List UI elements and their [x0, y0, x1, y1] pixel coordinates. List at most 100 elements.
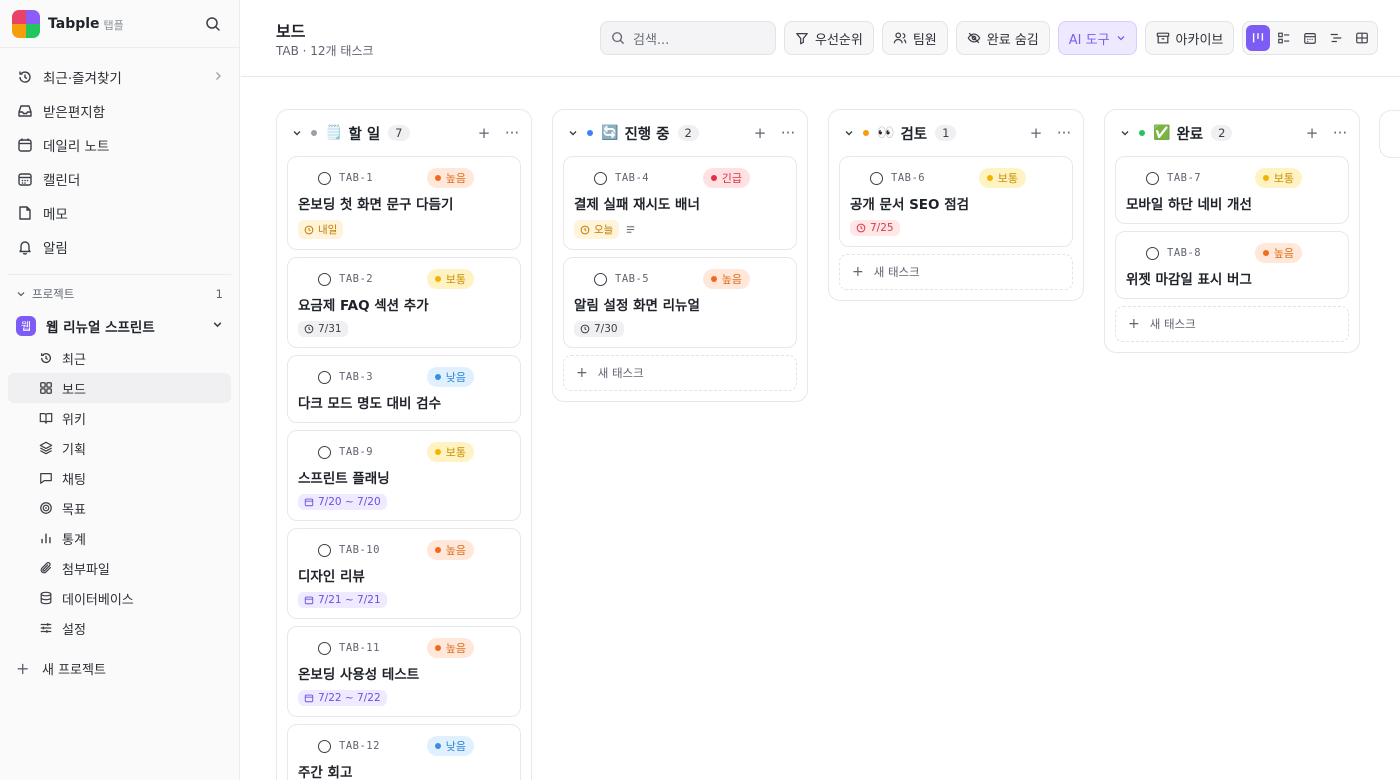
- due-date-chip[interactable]: 7/21 ~ 7/21: [298, 592, 387, 608]
- status-circle-icon[interactable]: [318, 543, 331, 557]
- nav-item-daily-note[interactable]: 데일리 노트: [8, 128, 231, 162]
- task-card[interactable]: TAB-12 낮음 주간 회고: [287, 724, 521, 780]
- nav-item-memo[interactable]: 메모: [8, 196, 231, 230]
- more-icon[interactable]: ···: [505, 124, 519, 142]
- priority-badge[interactable]: 낮음: [426, 367, 474, 387]
- project-item-attachments[interactable]: 첨부파일: [8, 553, 231, 583]
- status-circle-icon[interactable]: [318, 641, 331, 655]
- members-button[interactable]: 팀원: [881, 21, 948, 55]
- archive-label: 아카이브: [1175, 32, 1224, 48]
- priority-badge[interactable]: 높음: [426, 168, 474, 188]
- project-item-goals[interactable]: 목표: [8, 493, 231, 523]
- users-icon: [893, 31, 907, 45]
- chevron-down-icon[interactable]: [841, 128, 857, 138]
- project-item-database[interactable]: 데이터베이스: [8, 583, 231, 613]
- priority-badge[interactable]: 높음: [702, 269, 750, 289]
- status-circle-icon[interactable]: [318, 445, 331, 459]
- priority-badge[interactable]: 보통: [426, 442, 474, 462]
- search-icon[interactable]: [199, 10, 227, 38]
- task-card[interactable]: TAB-2 보통 요금제 FAQ 섹션 추가 7/31: [287, 257, 521, 348]
- add-task-icon[interactable]: +: [477, 124, 491, 142]
- status-circle-icon[interactable]: [594, 272, 607, 286]
- chevron-down-icon[interactable]: [289, 128, 305, 138]
- nav-item-notifications[interactable]: 알림: [8, 230, 231, 264]
- project-item-board[interactable]: 보드: [8, 373, 231, 403]
- status-circle-icon[interactable]: [870, 171, 883, 185]
- search-input[interactable]: 검색...: [600, 21, 776, 55]
- due-date-chip[interactable]: 내일: [298, 220, 344, 239]
- priority-badge[interactable]: 보통: [978, 168, 1026, 188]
- due-date-chip[interactable]: 오늘: [574, 220, 620, 239]
- calendar-view-icon[interactable]: [1298, 25, 1322, 51]
- list-view-icon[interactable]: [1272, 25, 1296, 51]
- priority-filter-button[interactable]: 우선순위: [784, 21, 874, 55]
- nav-item-calendar[interactable]: 캘린더: [8, 162, 231, 196]
- status-circle-icon[interactable]: [318, 370, 331, 384]
- project-item-settings[interactable]: 설정: [8, 613, 231, 643]
- priority-badge[interactable]: 보통: [1254, 168, 1302, 188]
- chevron-down-icon[interactable]: [565, 128, 581, 138]
- status-circle-icon[interactable]: [318, 739, 331, 753]
- due-date-chip[interactable]: 7/31: [298, 321, 348, 337]
- status-circle-icon[interactable]: [318, 171, 331, 185]
- add-task-icon[interactable]: +: [1305, 124, 1319, 142]
- nav-item-recent-favorites[interactable]: 최근·즐겨찾기: [8, 60, 231, 94]
- project-item-recent[interactable]: 최근: [8, 343, 231, 373]
- task-card[interactable]: TAB-1 높음 온보딩 첫 화면 문구 다듬기 내일: [287, 156, 521, 250]
- due-date-chip[interactable]: 7/20 ~ 7/20: [298, 494, 387, 510]
- calendar-icon: [304, 693, 314, 703]
- projects-section-header[interactable]: 프로젝트 1: [8, 279, 231, 309]
- priority-badge[interactable]: 보통: [426, 269, 474, 289]
- task-card[interactable]: TAB-8 높음 위젯 마감일 표시 버그: [1115, 231, 1349, 299]
- task-card[interactable]: TAB-9 보통 스프린트 플래닝 7/20 ~ 7/20: [287, 430, 521, 521]
- task-card[interactable]: TAB-7 보통 모바일 하단 네비 개선: [1115, 156, 1349, 224]
- chevron-right-icon: [213, 69, 223, 85]
- more-icon[interactable]: ···: [1057, 124, 1071, 142]
- brand-name: Tabple: [48, 15, 100, 32]
- task-card[interactable]: TAB-11 높음 온보딩 사용성 테스트 7/22 ~ 7/22: [287, 626, 521, 717]
- plus-icon: +: [852, 264, 864, 280]
- chevron-down-icon[interactable]: [1117, 128, 1133, 138]
- new-task-button[interactable]: + 새 태스크: [839, 254, 1073, 290]
- priority-badge[interactable]: 낮음: [426, 736, 474, 756]
- priority-badge[interactable]: 높음: [426, 540, 474, 560]
- new-task-button[interactable]: + 새 태스크: [1115, 306, 1349, 342]
- new-project-button[interactable]: + 새 프로젝트: [8, 651, 231, 685]
- nav-item-inbox[interactable]: 받은편지함: [8, 94, 231, 128]
- new-project-label: 새 프로젝트: [42, 662, 106, 678]
- task-card[interactable]: TAB-4 긴급 결제 실패 재시도 배너 오늘: [563, 156, 797, 250]
- add-task-icon[interactable]: +: [1029, 124, 1043, 142]
- priority-badge[interactable]: 긴급: [702, 168, 750, 188]
- due-date-chip[interactable]: 7/22 ~ 7/22: [298, 690, 387, 706]
- archive-button[interactable]: 아카이브: [1144, 21, 1235, 55]
- ai-tools-dropdown[interactable]: AI 도구: [1057, 21, 1137, 55]
- status-circle-icon[interactable]: [1146, 246, 1159, 260]
- status-circle-icon[interactable]: [318, 272, 331, 286]
- priority-label: 우선순위: [815, 32, 863, 48]
- due-date-chip[interactable]: 7/25: [850, 220, 900, 236]
- project-item-label: 목표: [62, 502, 86, 518]
- project-item-planning[interactable]: 기획: [8, 433, 231, 463]
- add-task-icon[interactable]: +: [753, 124, 767, 142]
- hide-done-button[interactable]: 완료 숨김: [955, 21, 1050, 55]
- more-icon[interactable]: ···: [1333, 124, 1347, 142]
- project-item-stats[interactable]: 통계: [8, 523, 231, 553]
- priority-badge[interactable]: 높음: [1254, 243, 1302, 263]
- project-web-renewal[interactable]: 웹 웹 리뉴얼 스프린트: [8, 309, 231, 343]
- new-task-button[interactable]: + 새 태스크: [563, 355, 797, 391]
- task-card[interactable]: TAB-3 낮음 다크 모드 명도 대비 검수: [287, 355, 521, 423]
- task-card[interactable]: TAB-6 보통 공개 문서 SEO 점검 7/25: [839, 156, 1073, 247]
- due-date-chip[interactable]: 7/30: [574, 321, 624, 337]
- timeline-view-icon[interactable]: [1324, 25, 1348, 51]
- table-view-icon[interactable]: [1350, 25, 1374, 51]
- column-count: 7: [388, 125, 410, 141]
- status-circle-icon[interactable]: [1146, 171, 1159, 185]
- status-circle-icon[interactable]: [594, 171, 607, 185]
- project-item-chat[interactable]: 채팅: [8, 463, 231, 493]
- project-item-wiki[interactable]: 위키: [8, 403, 231, 433]
- more-icon[interactable]: ···: [781, 124, 795, 142]
- priority-badge[interactable]: 높음: [426, 638, 474, 658]
- task-card[interactable]: TAB-10 높음 디자인 리뷰 7/21 ~ 7/21: [287, 528, 521, 619]
- task-card[interactable]: TAB-5 높음 알림 설정 화면 리뉴얼 7/30: [563, 257, 797, 348]
- kanban-view-icon[interactable]: [1246, 25, 1271, 51]
